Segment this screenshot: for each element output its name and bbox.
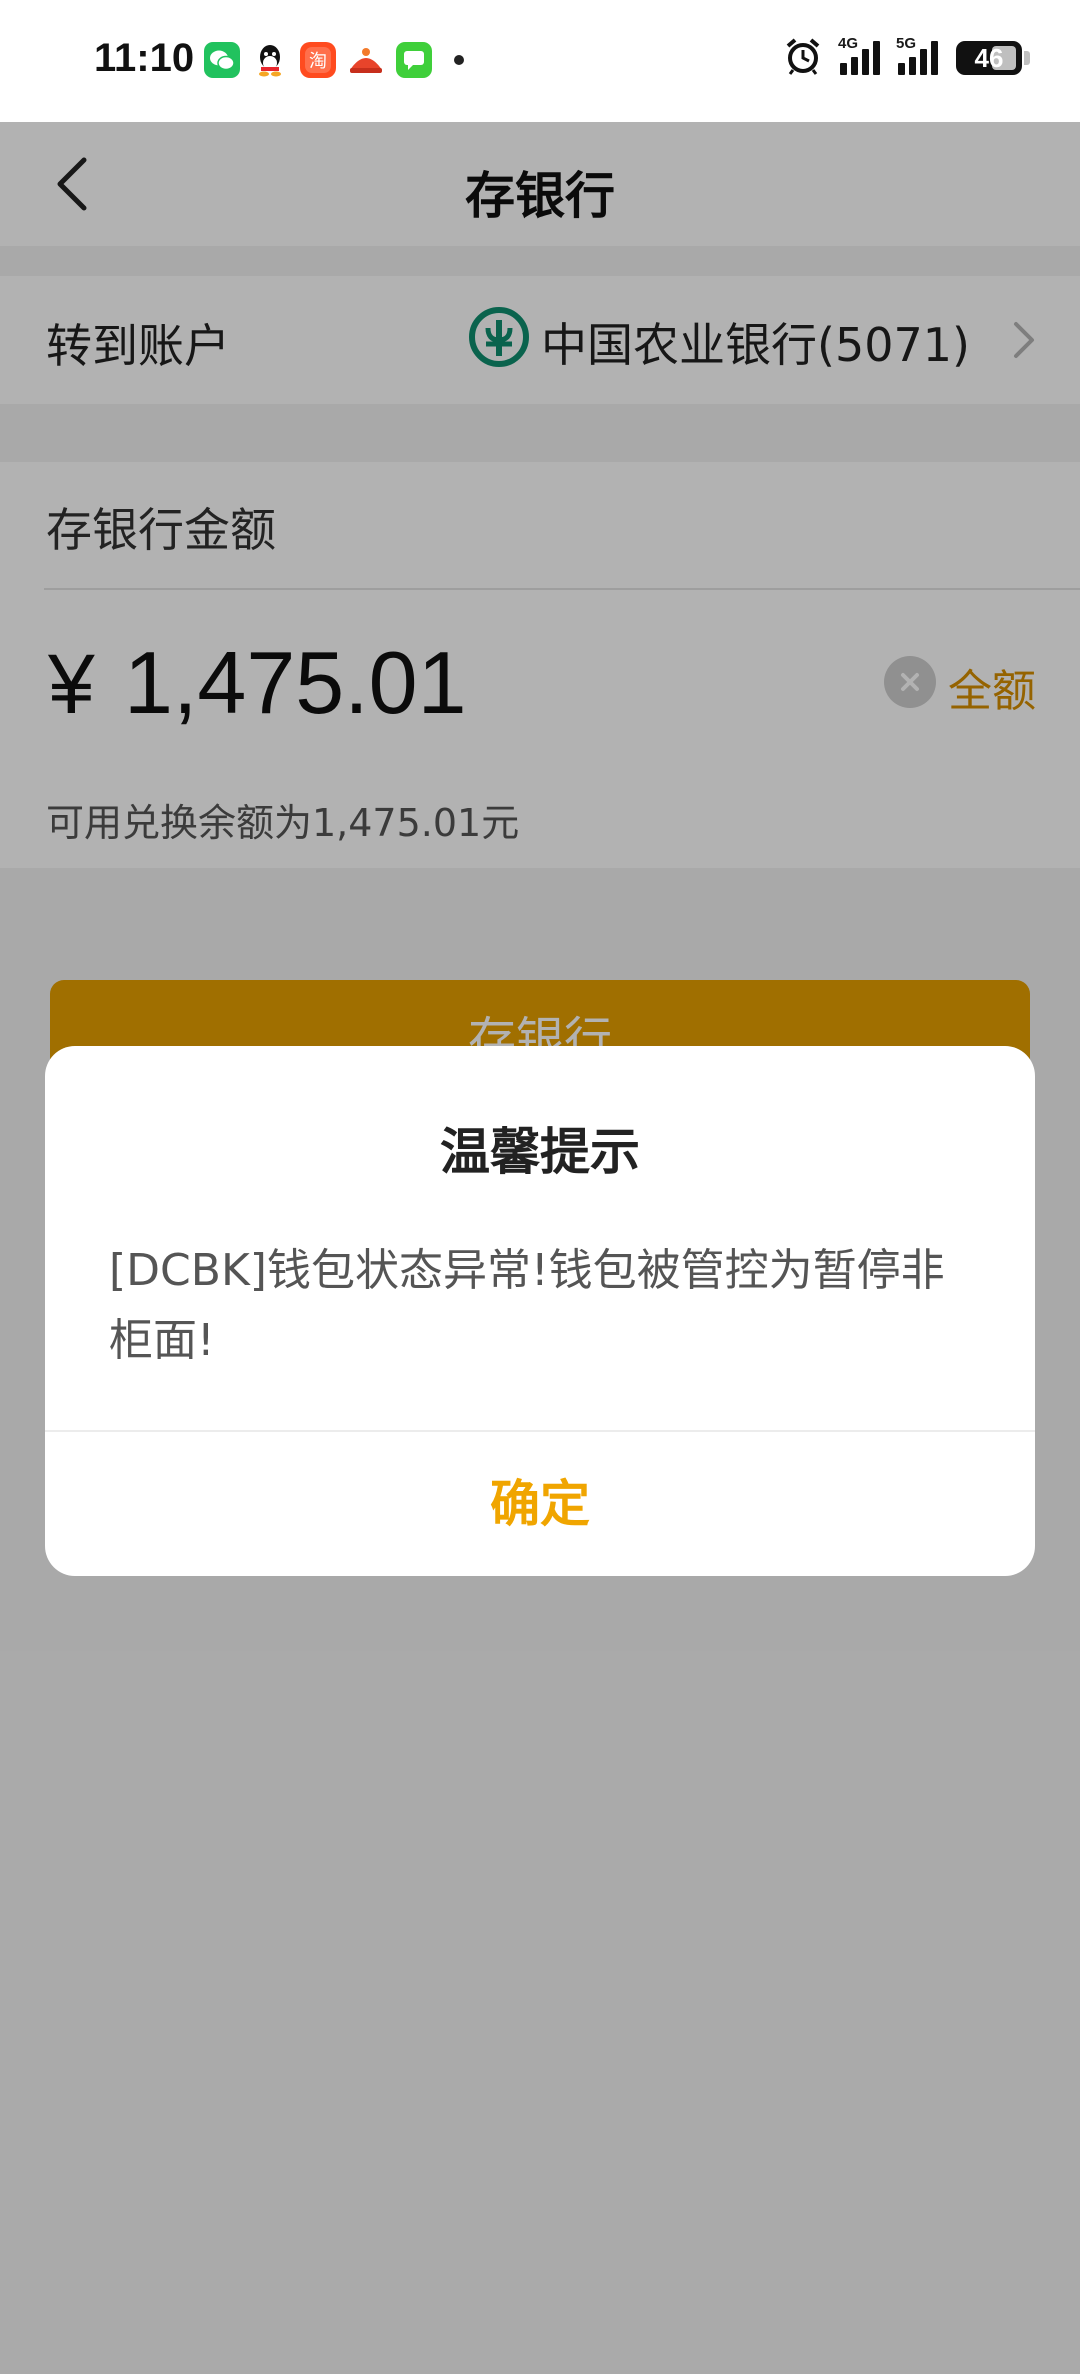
more-notifications-dot [454,55,464,65]
svg-text:淘: 淘 [309,51,327,72]
message-icon [396,42,432,78]
network-4g-label: 4G [838,35,859,52]
battery-level: 46 [974,42,1004,73]
taobao-icon: 淘 [300,42,336,78]
network-5g-label: 5G [896,35,917,52]
status-bar: 11:10 淘 4G 5G 46 [0,0,1080,122]
qq-icon [252,42,288,78]
signal-4g-icon: 4G [838,35,880,75]
wechat-icon [204,42,240,78]
battery-icon: 46 [956,41,1030,75]
alarm-icon [784,37,822,79]
dialog-message: [DCBK]钱包状态异常!钱包被管控为暂停非柜面! [109,1245,945,1366]
alert-dialog: 温馨提示 [DCBK]钱包状态异常!钱包被管控为暂停非柜面! 确定 [45,1046,1035,1576]
signal-5g-icon: 5G [896,35,938,75]
system-icons: 4G 5G 46 [784,34,1030,82]
confirm-button[interactable]: 确定 [45,1432,1035,1576]
dialog-title: 温馨提示 [440,1123,640,1181]
app-icon [348,42,384,78]
notification-icons: 淘 [204,40,464,80]
status-time: 11:10 [94,36,195,80]
